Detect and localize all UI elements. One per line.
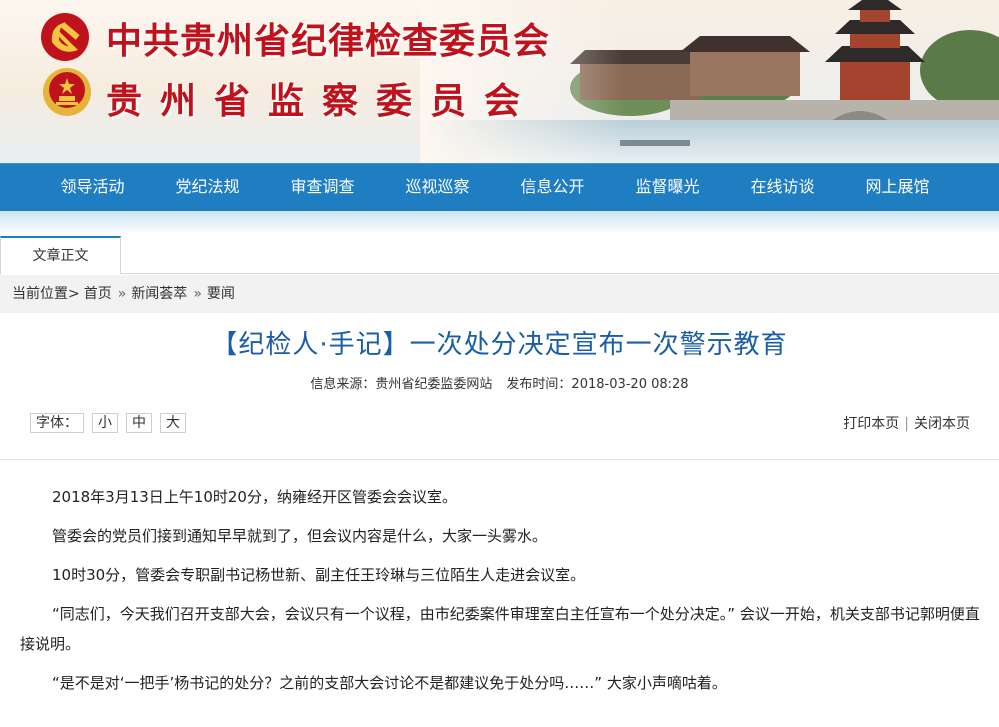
article-source: 信息来源：贵州省纪委监委网站 xyxy=(310,377,493,392)
article-paragraph: “是不是对‘一把手’杨书记的处分？之前的支部大会讨论不是都建议免于处分吗……” … xyxy=(52,674,727,692)
close-page-link[interactable]: 关闭本页 xyxy=(914,416,970,432)
font-small-button[interactable]: 小 xyxy=(92,413,118,433)
tab-bar: 文章正文 xyxy=(0,236,999,274)
article-meta: 信息来源：贵州省纪委监委网站 发布时间：2018-03-20 08:28 xyxy=(0,373,999,392)
breadcrumb: 当前位置> 首页» 新闻荟萃» 要闻 xyxy=(0,275,999,313)
font-size-label: 字体： xyxy=(30,413,84,433)
print-page-link[interactable]: 打印本页 xyxy=(843,416,899,432)
article-published-time: 发布时间：2018-03-20 08:28 xyxy=(506,377,689,392)
nav-shadow-strip xyxy=(0,211,999,234)
tab-article-body[interactable]: 文章正文 xyxy=(0,236,121,274)
hammer-sickle-emblem-icon xyxy=(41,13,89,61)
main-nav: 领导活动 党纪法规 审查调查 巡视巡察 信息公开 监督曝光 在线访谈 网上展馆 xyxy=(0,163,999,211)
nav-item-investigation[interactable]: 审查调查 xyxy=(265,164,380,211)
article-paragraph: 10时30分，管委会专职副书记杨世新、副主任王玲琳与三位陌生人走进会议室。 xyxy=(52,566,586,584)
breadcrumb-home[interactable]: 首页 xyxy=(84,286,112,302)
breadcrumb-separator: » xyxy=(193,286,202,302)
article-tools: 字体： 小 中 大 打印本页 | 关闭本页 xyxy=(30,413,970,435)
site-title-party: 中共贵州省纪律检查委员会 xyxy=(106,20,551,62)
article-body: 2018年3月13日上午10时20分，纳雍经开区管委会会议室。 管委会的党员们接… xyxy=(20,482,982,707)
nav-item-inspection[interactable]: 巡视巡察 xyxy=(380,164,495,211)
font-medium-button[interactable]: 中 xyxy=(126,413,152,433)
site-title-state: 贵州省监察委员会 xyxy=(106,80,539,122)
nav-item-exposure[interactable]: 监督曝光 xyxy=(610,164,725,211)
font-large-button[interactable]: 大 xyxy=(160,413,186,433)
breadcrumb-label: 当前位置> xyxy=(12,286,80,302)
breadcrumb-news[interactable]: 新闻荟萃 xyxy=(131,286,187,302)
font-size-switcher: 字体： 小 中 大 xyxy=(30,413,186,433)
breadcrumb-headlines[interactable]: 要闻 xyxy=(207,286,235,302)
nav-item-regulations[interactable]: 党纪法规 xyxy=(150,164,265,211)
nav-item-interviews[interactable]: 在线访谈 xyxy=(725,164,840,211)
page-actions: 打印本页 | 关闭本页 xyxy=(843,413,970,433)
article-paragraph: 管委会的党员们接到通知早早就到了，但会议内容是什么，大家一头雾水。 xyxy=(52,527,548,545)
nav-item-exhibition[interactable]: 网上展馆 xyxy=(840,164,955,211)
nav-item-leadership[interactable]: 领导活动 xyxy=(35,164,150,211)
article-paragraph: “同志们，今天我们召开支部大会，会议只有一个议程，由市纪委案件审理室白主任宣布一… xyxy=(20,605,980,653)
article-paragraph: 2018年3月13日上午10时20分，纳雍经开区管委会会议室。 xyxy=(52,488,457,506)
breadcrumb-separator: » xyxy=(117,286,127,302)
header-divider xyxy=(0,459,999,460)
action-divider: | xyxy=(904,416,909,432)
site-banner: 中共贵州省纪律检查委员会 贵州省监察委员会 xyxy=(0,0,999,163)
article-title: 【纪检人·手记】一次处分决定宣布一次警示教育 xyxy=(211,330,788,360)
national-emblem-icon xyxy=(43,68,91,116)
nav-item-disclosure[interactable]: 信息公开 xyxy=(495,164,610,211)
